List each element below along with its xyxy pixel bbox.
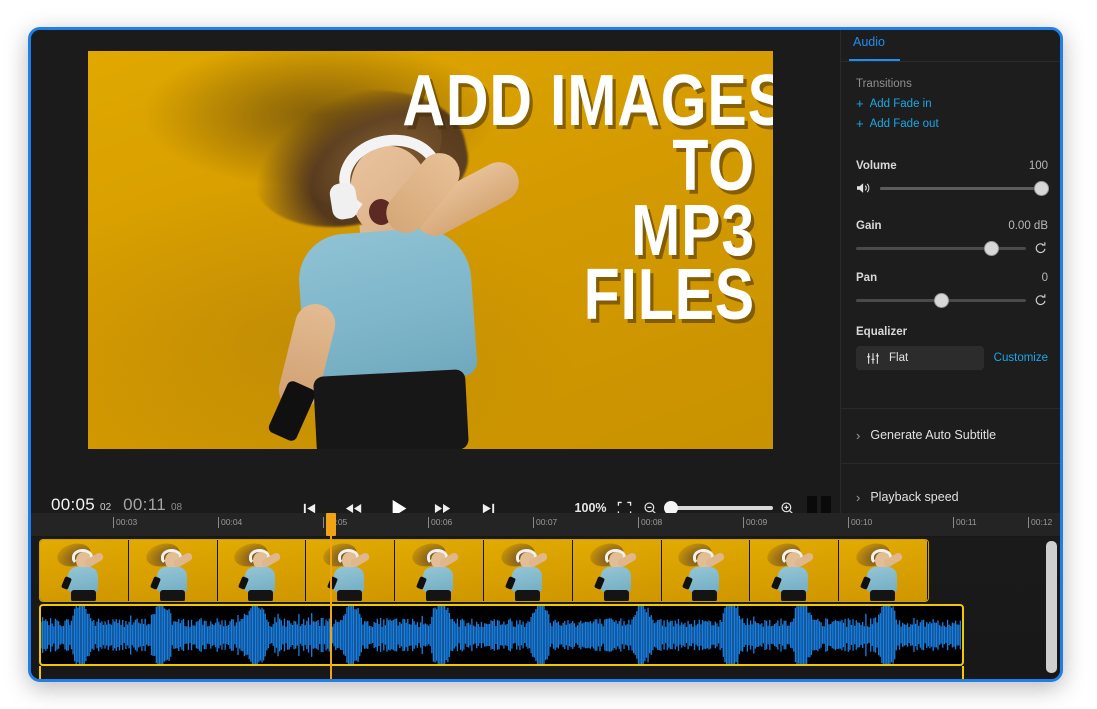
gain-field: Gain 0.00 dB bbox=[856, 220, 1048, 256]
timecode-group: 00:05 02 00:11 08 bbox=[51, 495, 182, 515]
equalizer-label: Equalizer bbox=[856, 326, 908, 338]
pan-reset-icon[interactable] bbox=[1034, 293, 1048, 307]
gain-label: Gain bbox=[856, 220, 882, 232]
overlay-line-3: MP3 bbox=[631, 190, 755, 271]
equalizer-preset-select[interactable]: Flat bbox=[856, 346, 984, 370]
tab-active-underline bbox=[849, 59, 900, 61]
total-time-value: 00:11 bbox=[123, 495, 166, 514]
volume-slider-track[interactable] bbox=[880, 180, 1049, 196]
zoom-slider-track[interactable] bbox=[664, 501, 773, 515]
overlay-line-1: ADD IMAGES bbox=[402, 61, 773, 141]
chevron-right-icon: › bbox=[856, 427, 861, 443]
panel-tabbar: Audio bbox=[841, 30, 1060, 62]
add-fade-in-button[interactable]: + Add Fade in bbox=[856, 97, 1048, 110]
video-thumbnail bbox=[483, 540, 573, 601]
speaker-icon bbox=[857, 183, 870, 193]
ruler-tick: 00:09 bbox=[742, 517, 768, 528]
ruler-tick: 00:08 bbox=[637, 517, 663, 528]
playhead-handle[interactable] bbox=[326, 513, 336, 536]
volume-slider-row[interactable] bbox=[856, 180, 1049, 196]
gain-reset-icon[interactable] bbox=[1034, 241, 1048, 255]
playhead[interactable] bbox=[326, 513, 336, 679]
video-thumbnail bbox=[661, 540, 751, 601]
equalizer-sliders-icon bbox=[867, 352, 879, 364]
chevron-right-icon-2: › bbox=[856, 489, 861, 505]
pan-label: Pan bbox=[856, 272, 878, 284]
editor-top-area: ADD IMAGES TO MP3 FILES 00:05 02 00:11 0… bbox=[31, 30, 1060, 534]
generate-auto-subtitle-label: Generate Auto Subtitle bbox=[870, 428, 997, 442]
transitions-label: Transitions bbox=[856, 78, 912, 90]
current-time-value: 00:05 bbox=[51, 495, 96, 514]
generate-auto-subtitle-row[interactable]: › Generate Auto Subtitle bbox=[856, 428, 1048, 442]
add-fade-in-label: Add Fade in bbox=[869, 97, 932, 110]
video-editor-window: ADD IMAGES TO MP3 FILES 00:05 02 00:11 0… bbox=[28, 27, 1063, 682]
transitions-section: Transitions + Add Fade in + Add Fade out bbox=[856, 78, 1048, 130]
timeline-tracks[interactable] bbox=[31, 536, 1060, 679]
add-fade-out-button[interactable]: + Add Fade out bbox=[856, 117, 1048, 130]
pan-slider-track[interactable] bbox=[856, 292, 1026, 308]
pan-slider-knob[interactable] bbox=[934, 292, 949, 308]
timeline-vertical-scrollbar[interactable] bbox=[1046, 541, 1057, 673]
video-preview[interactable]: ADD IMAGES TO MP3 FILES bbox=[88, 51, 773, 449]
ruler-tick: 00:12 bbox=[1027, 517, 1053, 528]
properties-panel: Audio Transitions + Add Fade in + Add Fa… bbox=[840, 30, 1060, 513]
current-timecode: 00:05 02 bbox=[51, 495, 111, 515]
pan-slider-row[interactable] bbox=[856, 292, 1048, 308]
equalizer-preset-value: Flat bbox=[889, 352, 909, 364]
tab-audio[interactable]: Audio bbox=[853, 35, 885, 56]
pan-value: 0 bbox=[1041, 272, 1048, 284]
gain-slider-row[interactable] bbox=[856, 240, 1048, 256]
preview-text-overlay: ADD IMAGES TO MP3 FILES bbox=[402, 61, 773, 336]
volume-label: Volume bbox=[856, 160, 897, 172]
ruler-tick: 00:03 bbox=[112, 517, 138, 528]
video-thumbnail bbox=[839, 540, 928, 601]
video-clip[interactable] bbox=[39, 539, 929, 602]
ruler-tick: 00:07 bbox=[532, 517, 558, 528]
volume-field: Volume 100 bbox=[856, 160, 1049, 196]
current-frames-value: 02 bbox=[100, 502, 112, 513]
pan-field: Pan 0 bbox=[856, 272, 1048, 308]
total-timecode: 00:11 08 bbox=[123, 495, 182, 515]
video-thumbnail bbox=[395, 540, 484, 601]
total-frames-value: 08 bbox=[170, 502, 183, 513]
audio-clip-body bbox=[39, 666, 964, 679]
playback-speed-row[interactable]: › Playback speed bbox=[856, 490, 1048, 504]
video-thumbnail bbox=[750, 540, 840, 601]
audio-clip-selected[interactable] bbox=[39, 604, 964, 666]
timeline[interactable]: 00:03 00:04 00:05 00:06 00:07 00:08 00:09 00:10… bbox=[31, 513, 1060, 679]
equalizer-field: Equalizer Flat Customize bbox=[856, 326, 1048, 370]
video-thumbnail bbox=[572, 540, 662, 601]
ruler-tick: 00:06 bbox=[427, 517, 453, 528]
gain-slider-track[interactable] bbox=[856, 240, 1026, 256]
volume-value: 100 bbox=[1028, 160, 1048, 172]
ruler-tick: 00:10 bbox=[847, 517, 873, 528]
ruler-tick: 00:04 bbox=[217, 517, 243, 528]
video-thumbnail bbox=[40, 540, 129, 601]
overlay-line-4: FILES bbox=[583, 255, 755, 336]
plus-icon-2: + bbox=[856, 116, 864, 131]
video-thumbnail bbox=[217, 540, 307, 601]
timeline-ruler[interactable]: 00:03 00:04 00:05 00:06 00:07 00:08 00:09 00:10… bbox=[31, 513, 1060, 537]
audio-waveform bbox=[41, 606, 962, 664]
ruler-tick: 00:11 bbox=[953, 517, 977, 528]
video-thumbnail bbox=[306, 540, 396, 601]
equalizer-customize-link[interactable]: Customize bbox=[994, 352, 1048, 364]
plus-icon: + bbox=[856, 96, 864, 111]
gain-value: 0.00 dB bbox=[1008, 220, 1048, 232]
video-thumbnail bbox=[128, 540, 218, 601]
playback-speed-label: Playback speed bbox=[870, 490, 959, 504]
add-fade-out-label: Add Fade out bbox=[869, 117, 939, 130]
gain-slider-knob[interactable] bbox=[983, 240, 999, 256]
volume-slider-knob[interactable] bbox=[1034, 180, 1049, 196]
overlay-line-2: TO bbox=[672, 125, 755, 206]
preview-pane: ADD IMAGES TO MP3 FILES 00:05 02 00:11 0… bbox=[31, 30, 841, 534]
